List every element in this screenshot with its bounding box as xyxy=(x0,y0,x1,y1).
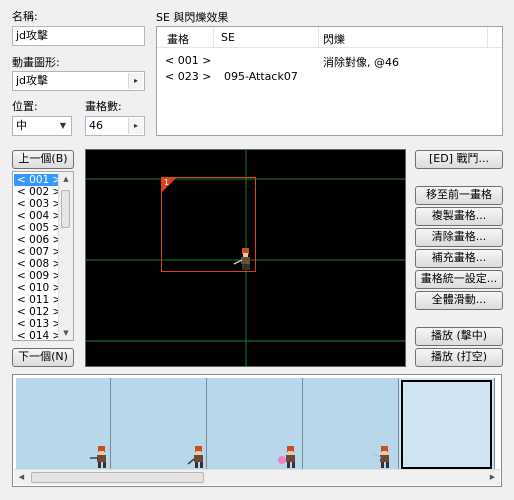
name-label: 名稱: xyxy=(12,10,38,23)
scroll-up-icon[interactable]: ▲ xyxy=(59,172,73,186)
play-hit-button[interactable]: 播放 (擊中) xyxy=(415,327,503,346)
scroll-right-icon[interactable]: ▶ xyxy=(485,470,500,485)
spin-arrow-icon[interactable]: ▸ xyxy=(128,118,143,134)
anim-graphic-value: jd攻擊 xyxy=(16,74,49,87)
scroll-thumb[interactable] xyxy=(31,472,204,483)
selection-frame xyxy=(401,380,492,469)
se-table[interactable]: 畫格 SE 閃爍 < 001 > 消除對像, @46 < 023 > 095-A… xyxy=(156,26,503,136)
se-col-frame[interactable]: 畫格 xyxy=(167,31,189,47)
cell-number: 1 xyxy=(164,178,170,187)
list-item[interactable]: < 009 > xyxy=(14,270,62,282)
se-row-frame: < 023 > xyxy=(165,70,212,83)
next-button[interactable]: 下一個(N) xyxy=(12,348,74,367)
timeline-cell[interactable] xyxy=(111,378,207,471)
scroll-thumb[interactable] xyxy=(61,190,70,228)
list-item[interactable]: < 004 > xyxy=(14,210,62,222)
list-item[interactable]: < 006 > xyxy=(14,234,62,246)
animation-canvas[interactable]: 1 xyxy=(85,149,406,367)
warrior-sprite-icon xyxy=(278,446,295,468)
warrior-sprite-icon xyxy=(373,446,389,468)
frame-list[interactable]: < 001 > < 002 > < 003 > < 004 > < 005 > … xyxy=(12,171,74,341)
position-label: 位置: xyxy=(12,100,38,113)
se-row-frame: < 001 > xyxy=(165,54,212,67)
list-item[interactable]: < 010 > xyxy=(14,282,62,294)
frame-count-field[interactable]: 46 ▸ xyxy=(85,116,145,136)
warrior-sprite-icon xyxy=(234,248,250,270)
anim-graphic-label: 動畫圖形: xyxy=(12,56,60,69)
timeline-cell[interactable] xyxy=(303,378,399,471)
warrior-sprite-icon xyxy=(90,446,106,468)
play-miss-button[interactable]: 播放 (打空) xyxy=(415,348,503,367)
se-table-header: 畫格 SE 閃爍 xyxy=(157,27,502,48)
list-item[interactable]: < 001 > xyxy=(14,174,62,186)
list-item[interactable]: < 007 > xyxy=(14,246,62,258)
list-item[interactable]: < 011 > xyxy=(14,294,62,306)
prev-button[interactable]: 上一個(B) xyxy=(12,150,74,169)
frame-count-label: 畫格數: xyxy=(85,100,122,113)
list-item[interactable]: < 005 > xyxy=(14,222,62,234)
se-panel-title: SE 與閃爍效果 xyxy=(156,11,229,24)
list-item[interactable]: < 013 > xyxy=(14,318,62,330)
timeline-cell[interactable] xyxy=(16,378,111,471)
clear-frame-button[interactable]: 清除畫格... xyxy=(415,228,503,247)
timeline-cell[interactable] xyxy=(207,378,303,471)
move-to-prev-frame-button[interactable]: 移至前一畫格 xyxy=(415,186,503,205)
se-col-se[interactable]: SE xyxy=(221,31,235,44)
se-col-flash[interactable]: 閃爍 xyxy=(323,31,345,47)
name-field[interactable]: jd攻擊 xyxy=(12,26,145,46)
anim-graphic-field[interactable]: jd攻擊 ▸ xyxy=(12,71,145,91)
position-select[interactable]: 中 ▼ xyxy=(12,116,72,136)
list-item[interactable]: < 002 > xyxy=(14,186,62,198)
frame-timeline[interactable]: ◀ ▶ xyxy=(12,374,502,487)
se-row-se: 095-Attack07 xyxy=(224,70,298,83)
timeline-scrollbar[interactable]: ◀ ▶ xyxy=(14,469,500,485)
frame-list-scrollbar[interactable]: ▲ ▼ xyxy=(58,172,73,340)
se-row-flash: 消除對像, @46 xyxy=(323,56,399,69)
copy-frame-button[interactable]: 複製畫格... xyxy=(415,207,503,226)
scroll-down-icon[interactable]: ▼ xyxy=(59,326,73,340)
slide-all-button[interactable]: 全體滑動... xyxy=(415,291,503,310)
timeline-cell-selected[interactable] xyxy=(399,378,495,471)
spin-arrow-icon[interactable]: ▸ xyxy=(128,73,143,89)
frame-count-value: 46 xyxy=(89,119,103,132)
list-item[interactable]: < 014 > xyxy=(14,330,62,340)
unify-frame-button[interactable]: 畫格統一設定... xyxy=(415,270,503,289)
battle-button[interactable]: [ED] 戰鬥... xyxy=(415,150,503,169)
fill-frame-button[interactable]: 補充畫格... xyxy=(415,249,503,268)
list-item[interactable]: < 012 > xyxy=(14,306,62,318)
list-item[interactable]: < 003 > xyxy=(14,198,62,210)
list-item[interactable]: < 008 > xyxy=(14,258,62,270)
scroll-left-icon[interactable]: ◀ xyxy=(14,470,29,485)
position-value: 中 xyxy=(16,119,27,132)
chevron-down-icon[interactable]: ▼ xyxy=(56,118,70,134)
warrior-sprite-icon xyxy=(187,446,203,468)
